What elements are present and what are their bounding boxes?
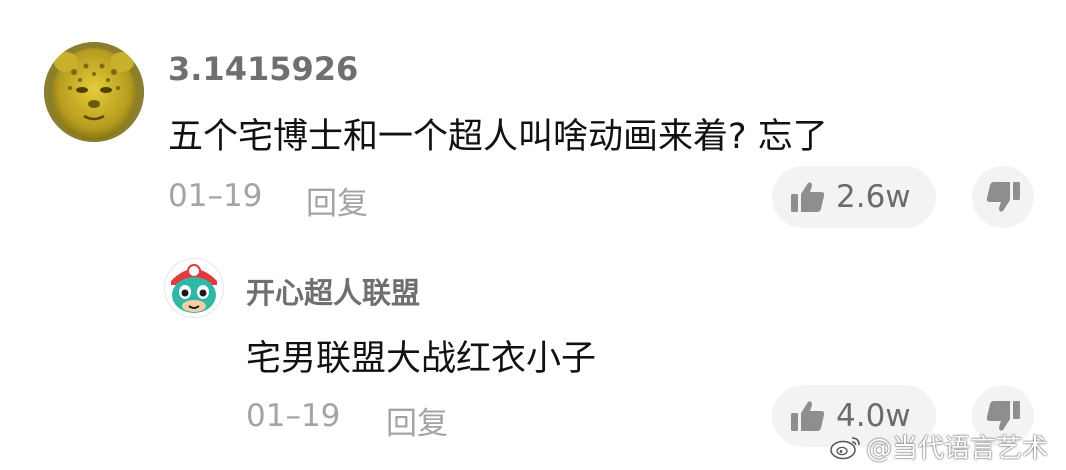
watermark-text: @当代语言艺术 [866, 434, 1049, 464]
commenter-username[interactable]: 3.1415926 [168, 50, 358, 88]
reply-date: 01–19 [246, 398, 341, 434]
replier-username[interactable]: 开心超人联盟 [246, 270, 420, 312]
comment-reply-button[interactable]: 回复 [306, 178, 368, 223]
comment-text: 五个宅博士和一个超人叫啥动画来着? 忘了 [168, 117, 828, 157]
comment-like-count: 2.6w [836, 179, 911, 215]
comment-date: 01–19 [168, 178, 263, 214]
replier-avatar[interactable] [164, 258, 224, 318]
comment-like-button[interactable]: 2.6w [772, 166, 936, 228]
thumbs-down-icon [986, 182, 1020, 212]
watermark: @当代语言艺术 [830, 428, 1048, 465]
commenter-avatar[interactable] [44, 42, 144, 142]
reply-text: 宅男联盟大战红衣小子 [246, 339, 597, 379]
thumbs-up-icon [791, 401, 825, 431]
cartoon-superhero-icon [171, 264, 217, 313]
reply-reply-button[interactable]: 回复 [386, 398, 448, 443]
leopard-face-icon [44, 42, 144, 142]
weibo-logo-icon [830, 436, 860, 459]
comment-dislike-button[interactable] [972, 166, 1034, 228]
thumbs-up-icon [791, 182, 825, 212]
